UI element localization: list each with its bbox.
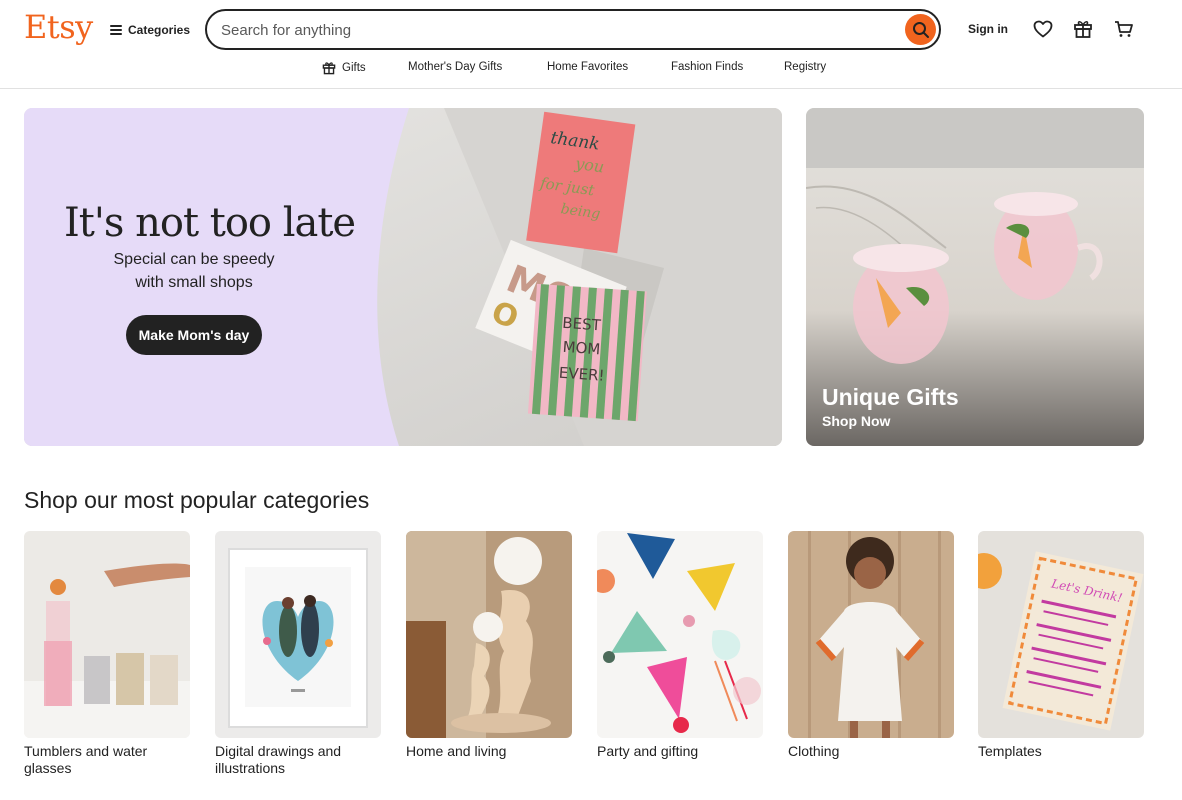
hero-subtitle-line2: with small shops — [135, 274, 253, 291]
gift-icon — [1074, 21, 1092, 38]
category-image — [597, 531, 763, 738]
nav-item-label: Registry — [784, 61, 827, 73]
nav-item-registry[interactable]: Registry — [784, 61, 826, 73]
hero-subtitle-line1: Special can be speedy — [113, 251, 275, 268]
nav-item-label: Home Favorites — [547, 61, 629, 73]
category-image: Let's Drink! — [978, 531, 1144, 738]
make-moms-day-button[interactable]: Make Mom's day — [126, 315, 262, 355]
category-card-digital-drawings[interactable]: Digital drawings and illustrations — [215, 531, 381, 777]
nav-item-label: Gifts — [342, 62, 366, 74]
svg-text:MOM: MOM — [562, 338, 601, 359]
search-button[interactable] — [905, 14, 936, 45]
categories-label: Categories — [128, 23, 191, 37]
category-image — [215, 531, 381, 738]
cart-button[interactable] — [1113, 18, 1135, 40]
search-bar — [205, 9, 941, 50]
thank-you-card: thank you for just being — [526, 111, 636, 254]
nav-item-home-favorites[interactable]: Home Favorites — [547, 61, 628, 73]
category-image — [24, 531, 190, 738]
category-label: Party and gifting — [597, 743, 699, 759]
etsy-logo[interactable]: Etsy — [24, 8, 93, 46]
category-card-home-living[interactable]: Home and living — [406, 531, 572, 760]
best-mom-card: BEST MOM EVER! — [527, 283, 647, 422]
nav-item-gifts[interactable]: Gifts — [322, 61, 366, 75]
nav-item-mothers-day[interactable]: Mother's Day Gifts — [408, 61, 502, 73]
cart-icon — [1115, 21, 1133, 37]
gift-button[interactable] — [1072, 18, 1094, 40]
svg-text:BEST: BEST — [562, 314, 602, 335]
search-icon — [912, 21, 929, 38]
category-card-clothing[interactable]: Clothing — [788, 531, 954, 760]
sign-in-link[interactable]: Sign in — [968, 22, 1008, 36]
hero-banner: thank you for just being MOM O BEST MOM … — [24, 108, 782, 446]
shop-now-link[interactable]: Shop Now — [822, 413, 890, 429]
menu-icon — [110, 25, 122, 35]
category-card-tumblers[interactable]: Tumblers and water glasses — [24, 531, 190, 777]
unique-gifts-promo[interactable]: Unique Gifts Shop Now — [806, 108, 1144, 446]
category-image — [406, 531, 572, 738]
header-divider — [0, 88, 1182, 89]
category-nav: Gifts Mother's Day Gifts Home Favorites … — [0, 58, 1182, 80]
category-image — [788, 531, 954, 738]
svg-text:EVER!: EVER! — [558, 364, 605, 385]
unique-gifts-title: Unique Gifts — [822, 384, 959, 410]
favorites-button[interactable] — [1032, 18, 1054, 40]
category-label: Digital drawings and illustrations — [215, 743, 342, 776]
gift-icon — [322, 62, 336, 75]
category-label: Templates — [978, 743, 1042, 759]
heart-icon — [1033, 20, 1053, 38]
category-label: Clothing — [788, 743, 840, 759]
category-card-templates[interactable]: Let's Drink! Templates — [978, 531, 1144, 760]
category-label: Home and living — [406, 743, 507, 759]
site-header: Etsy Categories Sign in — [0, 0, 1182, 60]
hero-title: It's not too late — [64, 200, 356, 246]
nav-item-fashion-finds[interactable]: Fashion Finds — [671, 61, 743, 73]
category-card-party-gifting[interactable]: Party and gifting — [597, 531, 763, 760]
section-title: Shop our most popular categories — [24, 487, 370, 513]
nav-item-label: Mother's Day Gifts — [408, 61, 503, 73]
search-input[interactable] — [221, 19, 881, 41]
cocktail-glass-left — [853, 244, 949, 364]
categories-button[interactable]: Categories — [110, 18, 190, 42]
nav-item-label: Fashion Finds — [671, 61, 744, 73]
category-label: Tumblers and water glasses — [24, 743, 148, 776]
